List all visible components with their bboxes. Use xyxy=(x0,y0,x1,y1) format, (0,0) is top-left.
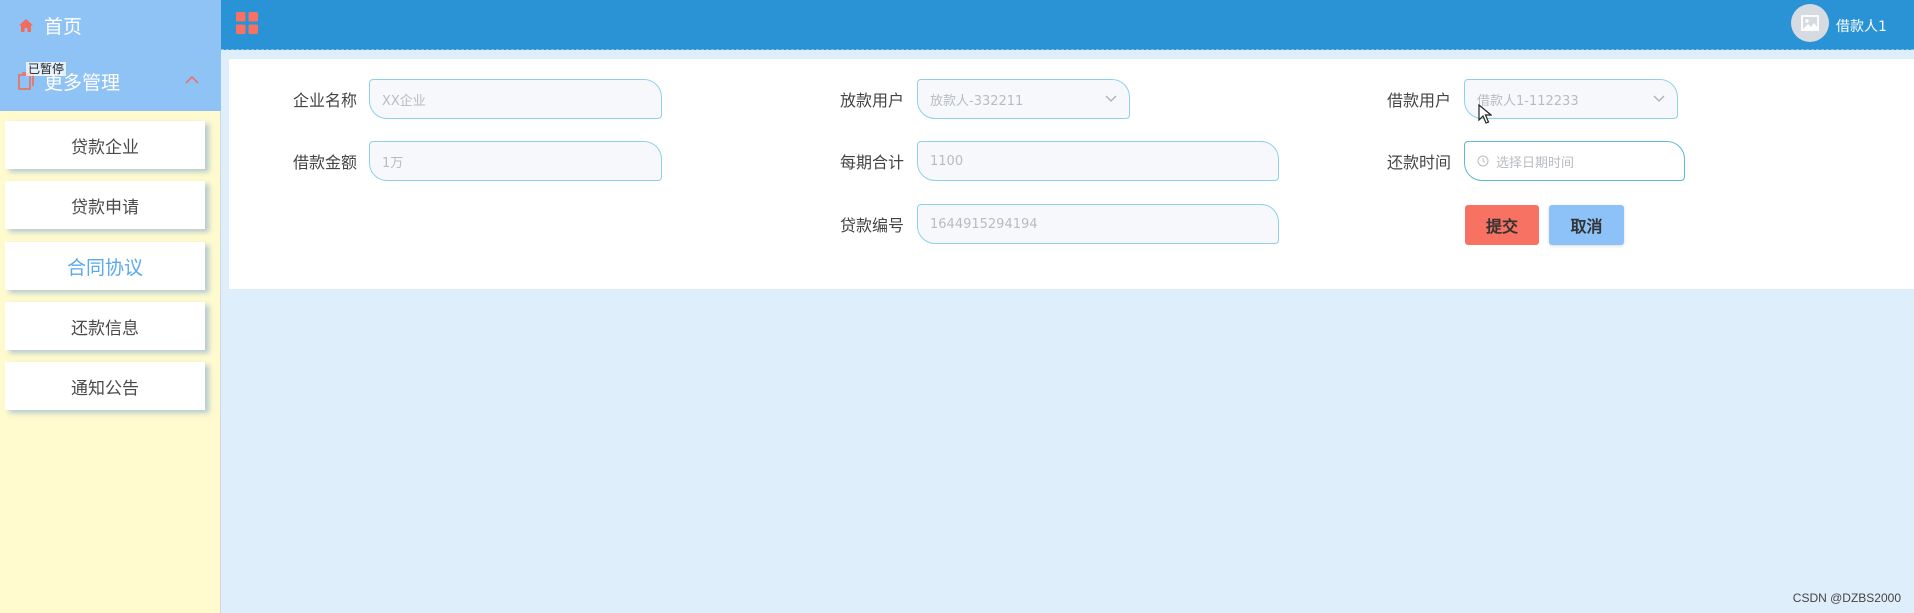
lender-user-select[interactable]: 放款人-332211 xyxy=(917,79,1130,119)
sidebar-item-label: 贷款申请 xyxy=(71,197,139,218)
chevron-up-icon[interactable] xyxy=(185,74,199,84)
sidebar: 首页 更多管理 已暂停 贷款企业 贷款申请 合同协议 还款信息 通知公告 xyxy=(0,0,221,613)
grid-menu-icon[interactable] xyxy=(236,12,258,34)
loan-number-input[interactable]: 1644915294194 xyxy=(917,204,1279,244)
top-header: 借款人1 xyxy=(221,0,1914,50)
sidebar-item-label: 贷款企业 xyxy=(71,137,139,158)
sidebar-item-label: 还款信息 xyxy=(71,318,139,339)
loan-amount-input[interactable]: 1万 xyxy=(369,141,662,181)
sidebar-item-repayment-info[interactable]: 还款信息 xyxy=(5,302,205,350)
loan-number-label: 贷款编号 xyxy=(840,216,905,235)
borrower-user-select[interactable]: 借款人1-112233 xyxy=(1464,79,1678,119)
chevron-down-icon xyxy=(1105,95,1117,102)
company-name-placeholder: XX企业 xyxy=(382,93,426,109)
cancel-button[interactable]: 取消 xyxy=(1549,205,1624,245)
avatar[interactable] xyxy=(1791,4,1829,42)
mouse-cursor-icon xyxy=(1478,104,1492,124)
submit-button[interactable]: 提交 xyxy=(1465,205,1539,245)
loan-number-value: 1644915294194 xyxy=(930,216,1038,232)
sidebar-item-notice[interactable]: 通知公告 xyxy=(5,362,205,410)
period-total-input[interactable]: 1100 xyxy=(917,141,1279,181)
repay-time-picker[interactable]: 选择日期时间 xyxy=(1464,141,1685,181)
repay-time-label: 还款时间 xyxy=(1387,153,1452,172)
lender-user-value: 放款人-332211 xyxy=(930,93,1024,109)
menu-more-management[interactable]: 更多管理 xyxy=(0,51,221,111)
company-name-label: 企业名称 xyxy=(293,91,358,110)
menu-home-label: 首页 xyxy=(44,16,83,38)
sidebar-item-loan-company[interactable]: 贷款企业 xyxy=(5,121,205,169)
chevron-down-icon xyxy=(1653,95,1665,102)
watermark: CSDN @DZBS2000 xyxy=(1792,591,1901,605)
loan-amount-placeholder: 1万 xyxy=(382,155,404,171)
sidebar-item-label: 合同协议 xyxy=(66,256,143,279)
contract-form: 企业名称 XX企业 放款用户 放款人-332211 借款用户 借款人1-1122… xyxy=(229,59,1914,289)
company-name-input[interactable]: XX企业 xyxy=(369,79,662,119)
sidebar-item-label: 通知公告 xyxy=(71,378,139,399)
period-total-label: 每期合计 xyxy=(840,153,905,172)
menu-home[interactable]: 首页 xyxy=(0,0,221,51)
user-name[interactable]: 借款人1 xyxy=(1836,16,1887,36)
lender-user-label: 放款用户 xyxy=(840,91,905,110)
image-placeholder-icon xyxy=(1801,15,1819,31)
sidebar-item-loan-application[interactable]: 贷款申请 xyxy=(5,181,205,229)
borrower-user-value: 借款人1-112233 xyxy=(1477,93,1579,109)
home-icon xyxy=(19,18,33,32)
borrower-user-label: 借款用户 xyxy=(1387,91,1452,110)
clock-icon xyxy=(1477,155,1489,167)
loan-amount-label: 借款金额 xyxy=(293,153,358,172)
repay-time-placeholder: 选择日期时间 xyxy=(1496,155,1575,171)
period-total-placeholder: 1100 xyxy=(930,153,964,169)
paused-tooltip: 已暂停 xyxy=(26,62,67,76)
sidebar-item-contract[interactable]: 合同协议 xyxy=(5,242,205,290)
